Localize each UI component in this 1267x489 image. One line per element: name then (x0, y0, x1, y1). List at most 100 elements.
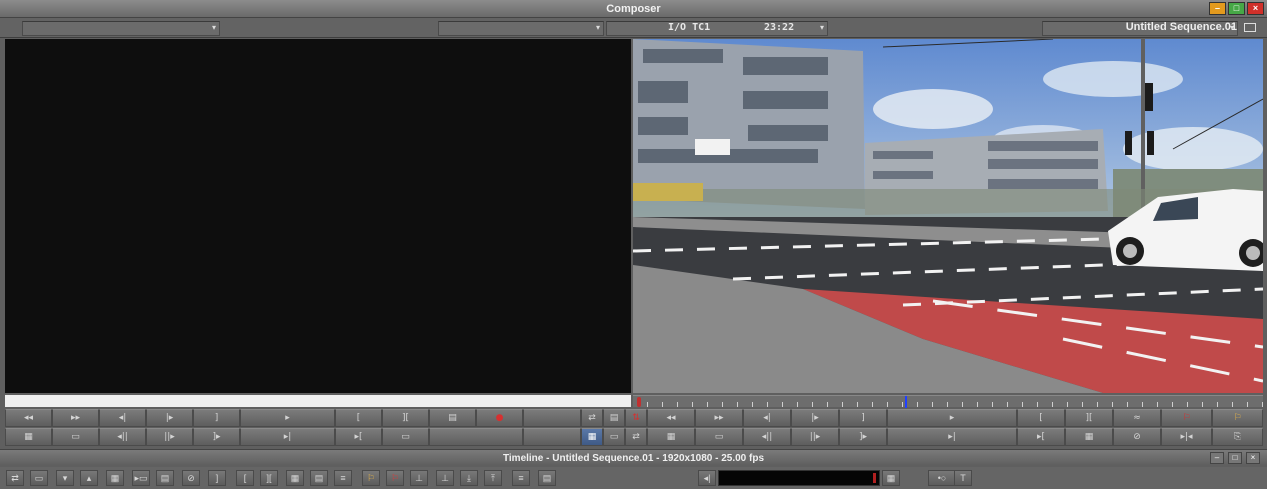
tracking-info-dropdown[interactable]: ▾ (606, 21, 828, 36)
mark-clip-button[interactable]: ][ (382, 409, 429, 427)
position-tick (1217, 402, 1218, 407)
rec-mark-clip-button[interactable]: ][ (1065, 409, 1113, 427)
track-button[interactable]: ⇅ (625, 409, 647, 427)
scroll-up-button[interactable]: ▴ (80, 470, 98, 486)
source-position-bar[interactable] (5, 395, 631, 407)
tracking-label: I/O TC1 (668, 22, 711, 33)
play-reverse-button[interactable]: ◂|| (99, 428, 146, 446)
position-indicator[interactable] (905, 396, 907, 408)
fast-forward-button[interactable]: ▸▸ (52, 409, 99, 427)
record-button[interactable]: ● (476, 409, 523, 427)
segment-mode-button[interactable]: ▤ (156, 470, 174, 486)
rec-mark-in-button[interactable]: [ (1017, 409, 1065, 427)
rec-menu-button[interactable]: ▦ (647, 428, 695, 446)
timecode-button[interactable]: ▤ (603, 409, 625, 427)
rec-play-to-out-button[interactable]: ▸| (887, 428, 1017, 446)
source-monitor[interactable] (5, 39, 631, 393)
trim-right-button[interactable]: ⤒ (484, 470, 502, 486)
rec-segment-button[interactable]: ▦ (1065, 428, 1113, 446)
position-tick (1247, 402, 1248, 407)
top-extend-button[interactable]: ⚐ (362, 470, 380, 486)
play-to-out-button[interactable]: ▸| (240, 428, 335, 446)
rec-disable-button[interactable]: ⊘ (1113, 428, 1161, 446)
empty-slot-button[interactable] (429, 428, 523, 446)
step-forward-button[interactable]: |▸ (146, 409, 193, 427)
chevron-down-icon: ▾ (211, 23, 216, 32)
rec-step-forward-button[interactable]: |▸ (791, 409, 839, 427)
empty-slot-button[interactable] (523, 409, 581, 427)
toggle-source-record-button[interactable]: ⇄ (6, 470, 24, 486)
render-button[interactable]: ▤ (538, 470, 556, 486)
position-tick (887, 402, 888, 407)
timeline-maximize-button[interactable]: □ (1228, 452, 1242, 464)
position-tick (647, 402, 648, 407)
text-tool-button[interactable]: T (954, 470, 972, 486)
bottom-extend-button[interactable]: ⚐ (386, 470, 404, 486)
mark-out-button[interactable]: ] (193, 409, 240, 427)
go-to-out-button[interactable]: ]▸ (193, 428, 240, 446)
mark-out-button[interactable]: ] (208, 470, 226, 486)
rec-fast-forward-button[interactable]: ▸▸ (695, 409, 743, 427)
rec-clear-button[interactable]: ▭ (695, 428, 743, 446)
extract-button[interactable]: ⚐ (1212, 409, 1263, 427)
minimize-button[interactable]: – (1209, 2, 1226, 15)
video-quality-button[interactable]: ▭ (30, 470, 48, 486)
play-button[interactable]: ▸ (240, 409, 335, 427)
collapse-button[interactable]: ≡ (512, 470, 530, 486)
swap-mode-button[interactable]: ⇄ (625, 428, 647, 446)
timeline-close-button[interactable]: × (1246, 452, 1260, 464)
record-position-bar[interactable] (633, 395, 1263, 408)
timeline-view-button[interactable]: ▦ (106, 470, 124, 486)
source-menu-button[interactable]: ▦ (5, 428, 52, 446)
lift-overwrite-button[interactable]: ▤ (310, 470, 328, 486)
audio-monitor-button[interactable]: ◂| (698, 470, 716, 486)
empty-slot-button[interactable] (523, 428, 581, 446)
splice-button[interactable]: ≡ (334, 470, 352, 486)
lift-button[interactable]: ⚐ (1161, 409, 1212, 427)
lift-button[interactable]: ⊥ (410, 470, 428, 486)
close-button[interactable]: × (1247, 2, 1264, 15)
source-clip-dropdown[interactable]: ▾ (22, 21, 220, 36)
rec-step-back-button[interactable]: ◂| (743, 409, 791, 427)
mark-clip-button[interactable]: ][ (260, 470, 278, 486)
position-tick (752, 402, 753, 407)
position-tick (962, 402, 963, 407)
rec-trim-mode-button[interactable]: ▸|◂ (1161, 428, 1212, 446)
sync-button[interactable]: ⇄ (581, 409, 603, 427)
source-clear-button[interactable]: ▭ (52, 428, 99, 446)
go-to-in-button[interactable]: ▸[ (335, 428, 382, 446)
rec-go-to-in-button[interactable]: ▸[ (1017, 428, 1065, 446)
trim-left-button[interactable]: ⤓ (460, 470, 478, 486)
rec-trim-button[interactable]: ≈ (1113, 409, 1161, 427)
insert-edit-button[interactable]: ▸▭ (132, 470, 150, 486)
record-monitor[interactable] (633, 39, 1263, 393)
chevron-down-icon: ▾ (595, 23, 600, 32)
rec-play-button[interactable]: ▸ (887, 409, 1017, 427)
overwrite-mode-button[interactable]: ▦ (581, 428, 603, 446)
mark-in-button[interactable]: [ (236, 470, 254, 486)
rec-play-forward-button[interactable]: ||▸ (791, 428, 839, 446)
monitor-menu-icon[interactable] (1244, 23, 1256, 32)
maximize-button[interactable]: □ (1228, 2, 1245, 15)
timeline-minimize-button[interactable]: – (1210, 452, 1224, 464)
link-selection-button[interactable]: •○ (928, 470, 956, 486)
extract-button[interactable]: ⊥ (436, 470, 454, 486)
disable-button[interactable]: ⊘ (182, 470, 200, 486)
scroll-toggle-button[interactable]: ▦ (882, 470, 900, 486)
rec-rewind-button[interactable]: ◂◂ (647, 409, 695, 427)
source-info-dropdown[interactable]: ▾ (438, 21, 604, 36)
rec-mark-out-button[interactable]: ] (839, 409, 887, 427)
rec-copy-button[interactable]: ⎘ (1212, 428, 1263, 446)
mark-in-button[interactable]: [ (335, 409, 382, 427)
clear-marks-button[interactable]: ▭ (382, 428, 429, 446)
position-tick (812, 402, 813, 407)
scroll-down-button[interactable]: ▾ (56, 470, 74, 486)
rec-play-reverse-button[interactable]: ◂|| (743, 428, 791, 446)
step-back-button[interactable]: ◂| (99, 409, 146, 427)
splice-mode-button[interactable]: ▭ (603, 428, 625, 446)
rec-go-to-out-button[interactable]: ]▸ (839, 428, 887, 446)
match-frame-button[interactable]: ▤ (429, 409, 476, 427)
match-frame-button[interactable]: ▦ (286, 470, 304, 486)
play-forward-button[interactable]: ||▸ (146, 428, 193, 446)
rewind-button[interactable]: ◂◂ (5, 409, 52, 427)
